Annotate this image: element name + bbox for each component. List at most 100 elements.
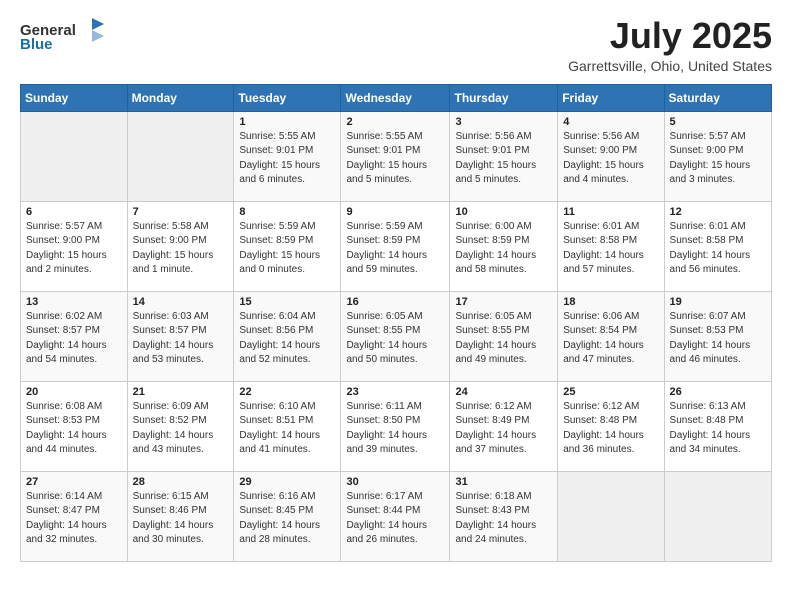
calendar-cell: 26Sunrise: 6:13 AMSunset: 8:48 PMDayligh…	[664, 381, 771, 471]
calendar-cell: 9 Sunrise: 5:59 AMSunset: 8:59 PMDaylight…	[341, 201, 450, 291]
day-info: Sunrise: 5:59 AMSunset: 8:59 PMDaylight:…	[239, 220, 335, 278]
weekday-header-thursday: Thursday	[450, 84, 558, 111]
calendar-cell: 24 Sunrise: 6:12 AMSunset: 8:49 PMDayligh…	[450, 381, 558, 471]
weekday-header-monday: Monday	[127, 84, 234, 111]
day-info: Sunrise: 6:01 AMSunset: 8:58 PMDaylight:…	[563, 220, 658, 278]
day-number: 2	[346, 116, 444, 128]
calendar-week-row: 13 Sunrise: 6:02 AMSunset: 8:57 PMDayligh…	[21, 291, 772, 381]
calendar-cell: 2Sunrise: 5:55 AMSunset: 9:01 PMDaylight…	[341, 111, 450, 201]
calendar-cell: 13 Sunrise: 6:02 AMSunset: 8:57 PMDayligh…	[21, 291, 128, 381]
day-number: 31	[455, 476, 552, 488]
day-info: Sunrise: 6:16 AMSunset: 8:45 PMDaylight:…	[239, 490, 335, 548]
day-info: Sunrise: 6:13 AMSunset: 8:48 PMDaylight:…	[670, 400, 766, 458]
day-info: Sunrise: 5:57 AMSunset: 9:00 PMDaylight:…	[26, 220, 122, 278]
logo: General Blue	[20, 16, 106, 53]
day-info: Sunrise: 6:03 AMSunset: 8:57 PMDaylight:…	[133, 310, 229, 368]
day-number: 30	[346, 476, 444, 488]
calendar-cell: 11 Sunrise: 6:01 AMSunset: 8:58 PMDayligh…	[558, 201, 664, 291]
calendar-cell: 27 Sunrise: 6:14 AMSunset: 8:47 PMDayligh…	[21, 471, 128, 561]
day-info: Sunrise: 6:05 AMSunset: 8:55 PMDaylight:…	[455, 310, 552, 368]
day-number: 27	[26, 476, 122, 488]
calendar-cell: 19 Sunrise: 6:07 AMSunset: 8:53 PMDayligh…	[664, 291, 771, 381]
calendar-cell: 4Sunrise: 5:56 AMSunset: 9:00 PMDaylight…	[558, 111, 664, 201]
weekday-header-tuesday: Tuesday	[234, 84, 341, 111]
day-number: 16	[346, 296, 444, 308]
page: General Blue July 2025 Garrettsville, Oh…	[0, 0, 792, 612]
calendar-cell: 31Sunrise: 6:18 AMSunset: 8:43 PMDayligh…	[450, 471, 558, 561]
day-info: Sunrise: 6:14 AMSunset: 8:47 PMDaylight:…	[26, 490, 122, 548]
calendar-week-row: 6Sunrise: 5:57 AMSunset: 9:00 PMDaylight…	[21, 201, 772, 291]
day-info: Sunrise: 5:56 AMSunset: 9:00 PMDaylight:…	[563, 130, 658, 188]
subtitle: Garrettsville, Ohio, United States	[568, 58, 772, 74]
calendar-table: SundayMondayTuesdayWednesdayThursdayFrid…	[20, 84, 772, 562]
day-number: 14	[133, 296, 229, 308]
day-info: Sunrise: 6:12 AMSunset: 8:48 PMDaylight:…	[563, 400, 658, 458]
weekday-header-friday: Friday	[558, 84, 664, 111]
calendar-cell: 16 Sunrise: 6:05 AMSunset: 8:55 PMDayligh…	[341, 291, 450, 381]
title-block: July 2025 Garrettsville, Ohio, United St…	[568, 16, 772, 74]
day-number: 12	[670, 206, 766, 218]
weekday-header-sunday: Sunday	[21, 84, 128, 111]
calendar-cell: 12Sunrise: 6:01 AMSunset: 8:58 PMDayligh…	[664, 201, 771, 291]
day-number: 24	[455, 386, 552, 398]
day-info: Sunrise: 6:15 AMSunset: 8:46 PMDaylight:…	[133, 490, 229, 548]
calendar-week-row: 1 Sunrise: 5:55 AMSunset: 9:01 PMDaylight…	[21, 111, 772, 201]
day-info: Sunrise: 6:00 AMSunset: 8:59 PMDaylight:…	[455, 220, 552, 278]
day-number: 19	[670, 296, 766, 308]
calendar-cell: 15Sunrise: 6:04 AMSunset: 8:56 PMDayligh…	[234, 291, 341, 381]
day-info: Sunrise: 5:56 AMSunset: 9:01 PMDaylight:…	[455, 130, 552, 188]
calendar-cell: 30Sunrise: 6:17 AMSunset: 8:44 PMDayligh…	[341, 471, 450, 561]
day-number: 5	[670, 116, 766, 128]
day-info: Sunrise: 6:05 AMSunset: 8:55 PMDaylight:…	[346, 310, 444, 368]
calendar-cell: 17 Sunrise: 6:05 AMSunset: 8:55 PMDayligh…	[450, 291, 558, 381]
calendar-cell: 28 Sunrise: 6:15 AMSunset: 8:46 PMDayligh…	[127, 471, 234, 561]
calendar-cell: 14 Sunrise: 6:03 AMSunset: 8:57 PMDayligh…	[127, 291, 234, 381]
calendar-cell	[21, 111, 128, 201]
calendar-cell: 8 Sunrise: 5:59 AMSunset: 8:59 PMDaylight…	[234, 201, 341, 291]
day-number: 25	[563, 386, 658, 398]
weekday-header-saturday: Saturday	[664, 84, 771, 111]
calendar-cell	[127, 111, 234, 201]
calendar-week-row: 20 Sunrise: 6:08 AMSunset: 8:53 PMDayligh…	[21, 381, 772, 471]
day-info: Sunrise: 6:02 AMSunset: 8:57 PMDaylight:…	[26, 310, 122, 368]
calendar-cell: 7Sunrise: 5:58 AMSunset: 9:00 PMDaylight…	[127, 201, 234, 291]
day-info: Sunrise: 5:57 AMSunset: 9:00 PMDaylight:…	[670, 130, 766, 188]
calendar-cell	[664, 471, 771, 561]
main-title: July 2025	[568, 16, 772, 56]
day-number: 29	[239, 476, 335, 488]
day-number: 9	[346, 206, 444, 218]
day-number: 22	[239, 386, 335, 398]
day-info: Sunrise: 6:11 AMSunset: 8:50 PMDaylight:…	[346, 400, 444, 458]
logo-flag-icon	[78, 16, 106, 44]
weekday-header-row: SundayMondayTuesdayWednesdayThursdayFrid…	[21, 84, 772, 111]
calendar-cell: 10 Sunrise: 6:00 AMSunset: 8:59 PMDayligh…	[450, 201, 558, 291]
header: General Blue July 2025 Garrettsville, Oh…	[20, 16, 772, 74]
day-number: 28	[133, 476, 229, 488]
day-info: Sunrise: 6:06 AMSunset: 8:54 PMDaylight:…	[563, 310, 658, 368]
day-number: 3	[455, 116, 552, 128]
calendar-cell: 3 Sunrise: 5:56 AMSunset: 9:01 PMDaylight…	[450, 111, 558, 201]
calendar-cell: 22 Sunrise: 6:10 AMSunset: 8:51 PMDayligh…	[234, 381, 341, 471]
day-number: 20	[26, 386, 122, 398]
calendar-cell: 21Sunrise: 6:09 AMSunset: 8:52 PMDayligh…	[127, 381, 234, 471]
day-number: 13	[26, 296, 122, 308]
calendar-cell: 20 Sunrise: 6:08 AMSunset: 8:53 PMDayligh…	[21, 381, 128, 471]
day-number: 11	[563, 206, 658, 218]
day-info: Sunrise: 5:55 AMSunset: 9:01 PMDaylight:…	[239, 130, 335, 188]
day-number: 10	[455, 206, 552, 218]
day-info: Sunrise: 6:12 AMSunset: 8:49 PMDaylight:…	[455, 400, 552, 458]
day-info: Sunrise: 5:59 AMSunset: 8:59 PMDaylight:…	[346, 220, 444, 278]
calendar-cell: 1 Sunrise: 5:55 AMSunset: 9:01 PMDaylight…	[234, 111, 341, 201]
day-info: Sunrise: 6:10 AMSunset: 8:51 PMDaylight:…	[239, 400, 335, 458]
day-info: Sunrise: 6:07 AMSunset: 8:53 PMDaylight:…	[670, 310, 766, 368]
day-number: 1	[239, 116, 335, 128]
day-info: Sunrise: 6:08 AMSunset: 8:53 PMDaylight:…	[26, 400, 122, 458]
day-number: 7	[133, 206, 229, 218]
logo-blue-text: Blue	[20, 36, 53, 53]
day-number: 17	[455, 296, 552, 308]
day-number: 15	[239, 296, 335, 308]
calendar-cell: 23Sunrise: 6:11 AMSunset: 8:50 PMDayligh…	[341, 381, 450, 471]
calendar-cell: 6Sunrise: 5:57 AMSunset: 9:00 PMDaylight…	[21, 201, 128, 291]
day-number: 18	[563, 296, 658, 308]
day-number: 8	[239, 206, 335, 218]
